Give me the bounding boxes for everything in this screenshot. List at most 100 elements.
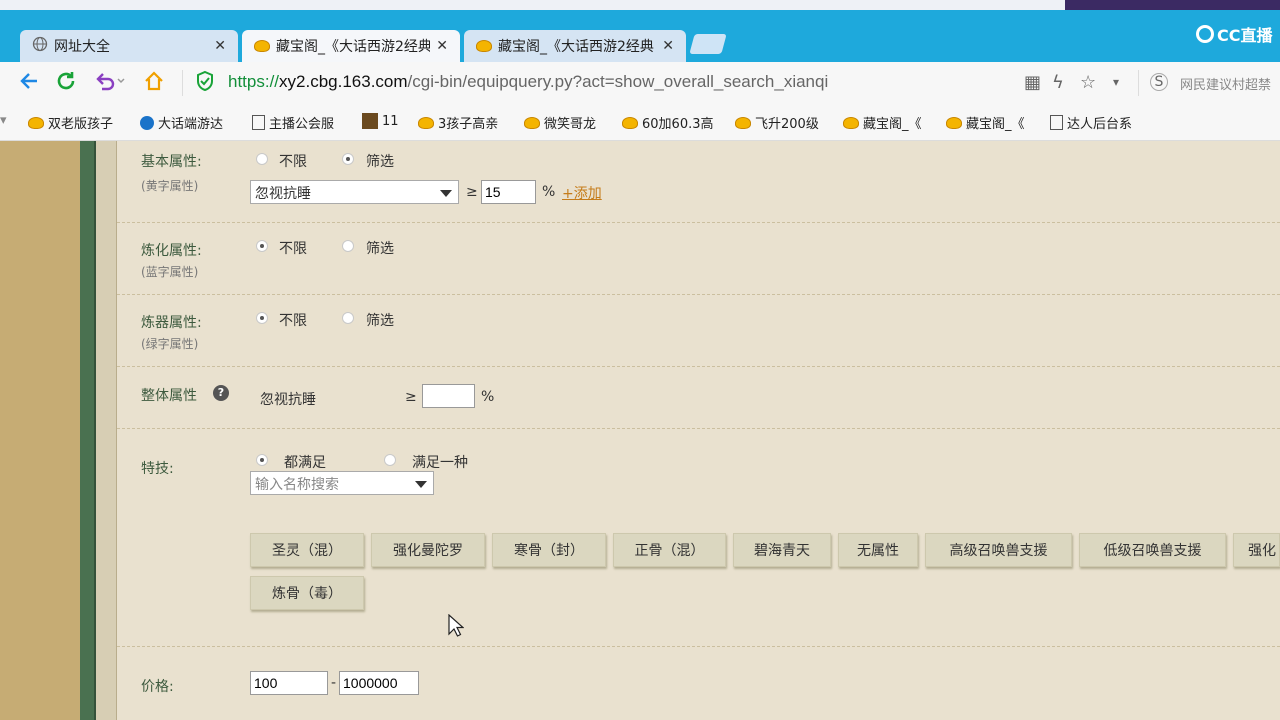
tab-cangbaoge-active[interactable]: 藏宝阁_《大话西游2经典 ✕ <box>242 30 460 62</box>
bookmark-item[interactable]: 11 <box>362 113 399 129</box>
basic-all-radio[interactable] <box>256 153 268 165</box>
skill-button[interactable]: 圣灵（混） <box>250 533 364 567</box>
refine-filter-radio[interactable] <box>342 240 354 252</box>
basic-filter-radio[interactable] <box>342 153 354 165</box>
overall-attr-name: 忽视抗睡 <box>260 392 316 408</box>
tiger-favicon-icon <box>843 116 859 129</box>
bookmark-item[interactable]: 微笑哥龙 <box>524 113 596 132</box>
bookmark-label: 3孩子高亲 <box>438 117 499 132</box>
bookmark-item[interactable]: 大话端游达 <box>140 113 223 132</box>
divider <box>117 646 1280 647</box>
back-arrow-icon[interactable] <box>18 70 40 98</box>
bookmark-item[interactable]: 60加60.3高 <box>622 113 714 132</box>
url-path: /cgi-bin/equipquery.py?act=show_overall_… <box>407 72 829 91</box>
bookmark-label: 双老版孩子 <box>48 117 114 132</box>
page-left-background <box>0 141 80 720</box>
ge-symbol: ≥ <box>466 184 478 200</box>
cc-logo-icon <box>1196 25 1214 43</box>
add-attr-link[interactable]: +添加 <box>562 183 602 203</box>
qr-code-icon[interactable]: ▦ <box>1024 72 1041 93</box>
tab-title: 网址大全 <box>54 39 110 55</box>
basic-attr-select-value: 忽视抗睡 <box>255 186 311 202</box>
secure-shield-icon <box>195 70 215 98</box>
skills-search-select[interactable]: 输入名称搜索 <box>250 471 434 495</box>
tiger-favicon-icon <box>476 40 492 52</box>
artifact-attr-sublabel: (绿字属性) <box>141 337 199 351</box>
chevron-down-icon[interactable]: ▾ <box>1113 75 1119 89</box>
tab-cangbaoge[interactable]: 藏宝阁_《大话西游2经典 ✕ <box>464 30 686 62</box>
bookmark-label: 微笑哥龙 <box>544 117 597 132</box>
basic-attr-label: 基本属性: <box>141 154 202 170</box>
tiger-favicon-icon <box>735 116 751 129</box>
refine-attr-label: 炼化属性: <box>141 243 202 259</box>
bookmark-label: 11 <box>382 113 399 129</box>
bookmark-item[interactable]: 达人后台系 <box>1050 113 1132 132</box>
url-field[interactable]: https://xy2.cbg.163.com/cgi-bin/equipque… <box>228 72 828 92</box>
divider <box>117 294 1280 295</box>
refresh-icon[interactable] <box>55 70 77 98</box>
skill-button[interactable]: 炼骨（毒） <box>250 576 364 610</box>
skill-button[interactable]: 高级召唤兽支援 <box>925 533 1072 567</box>
search-form-panel <box>117 141 1280 720</box>
tab-nav-directory[interactable]: 网址大全 ✕ <box>20 30 238 62</box>
bookmark-item[interactable]: 藏宝阁_《 <box>843 113 922 132</box>
bookmark-item[interactable]: 主播公会服 <box>252 113 334 132</box>
tab-title: 藏宝阁_《大话西游2经典 <box>498 39 654 55</box>
skill-button[interactable]: 强化曼陀罗 <box>371 533 485 567</box>
refine-all-label: 不限 <box>279 241 307 257</box>
bookmark-label: 飞升200级 <box>755 117 819 132</box>
basic-attr-sublabel: (黄字属性) <box>141 179 199 193</box>
basic-attr-value-input[interactable] <box>481 180 536 204</box>
skills-all-label: 都满足 <box>284 455 326 471</box>
bookmark-label: 藏宝阁_《 <box>966 117 1025 132</box>
skill-button[interactable]: 强化 <box>1233 533 1280 567</box>
url-host: xy2.cbg.163.com <box>279 72 408 91</box>
basic-filter-label: 筛选 <box>366 154 394 170</box>
artifact-filter-radio[interactable] <box>342 312 354 324</box>
bookmark-label: 达人后台系 <box>1067 117 1133 132</box>
close-icon[interactable]: ✕ <box>214 38 226 54</box>
price-max-input[interactable] <box>339 671 419 695</box>
refine-all-radio[interactable] <box>256 240 268 252</box>
skills-one-radio[interactable] <box>384 454 396 466</box>
skills-all-radio[interactable] <box>256 454 268 466</box>
refine-filter-label: 筛选 <box>366 241 394 257</box>
skill-button[interactable]: 正骨（混） <box>613 533 726 567</box>
skill-button[interactable]: 碧海青天 <box>733 533 831 567</box>
skills-label: 特技: <box>141 461 174 477</box>
skill-button[interactable]: 无属性 <box>838 533 918 567</box>
lightning-icon[interactable]: ϟ <box>1052 72 1064 93</box>
search-engine-icon[interactable]: S <box>1150 73 1168 91</box>
undo-icon[interactable] <box>94 70 126 98</box>
chevron-down-icon <box>440 190 452 197</box>
globe-icon <box>32 36 48 56</box>
artifact-all-radio[interactable] <box>256 312 268 324</box>
bookmark-item[interactable]: 飞升200级 <box>735 113 819 132</box>
tiger-favicon-icon <box>418 116 434 129</box>
bookmark-item[interactable]: 3孩子高亲 <box>418 113 498 132</box>
document-icon <box>1050 115 1063 130</box>
page-left-border <box>80 141 96 720</box>
basic-all-label: 不限 <box>279 154 307 170</box>
skill-button[interactable]: 低级召唤兽支援 <box>1079 533 1226 567</box>
tiger-favicon-icon <box>524 116 540 129</box>
close-icon[interactable]: ✕ <box>436 38 448 54</box>
skill-button[interactable]: 寒骨（封） <box>492 533 606 567</box>
bookmark-label: 大话端游达 <box>158 117 224 132</box>
divider <box>117 366 1280 367</box>
bookmarks-chevron-icon[interactable]: ▾ <box>0 113 7 128</box>
overall-attr-value-input[interactable] <box>422 384 475 408</box>
help-icon[interactable]: ? <box>213 385 229 401</box>
close-icon[interactable]: ✕ <box>662 38 674 54</box>
tiger-favicon-icon <box>254 40 270 52</box>
page-left-border-inner <box>96 141 117 720</box>
game-avatar-icon <box>362 113 378 129</box>
price-min-input[interactable] <box>250 671 328 695</box>
search-suggestion[interactable]: 网民建议村超禁 <box>1180 74 1271 93</box>
bookmark-item[interactable]: 双老版孩子 <box>28 113 113 132</box>
bookmark-item[interactable]: 藏宝阁_《 <box>946 113 1025 132</box>
star-icon[interactable]: ☆ <box>1080 72 1096 93</box>
basic-attr-select[interactable]: 忽视抗睡 <box>250 180 459 204</box>
new-tab-button[interactable] <box>689 34 727 54</box>
home-icon[interactable] <box>143 70 165 98</box>
